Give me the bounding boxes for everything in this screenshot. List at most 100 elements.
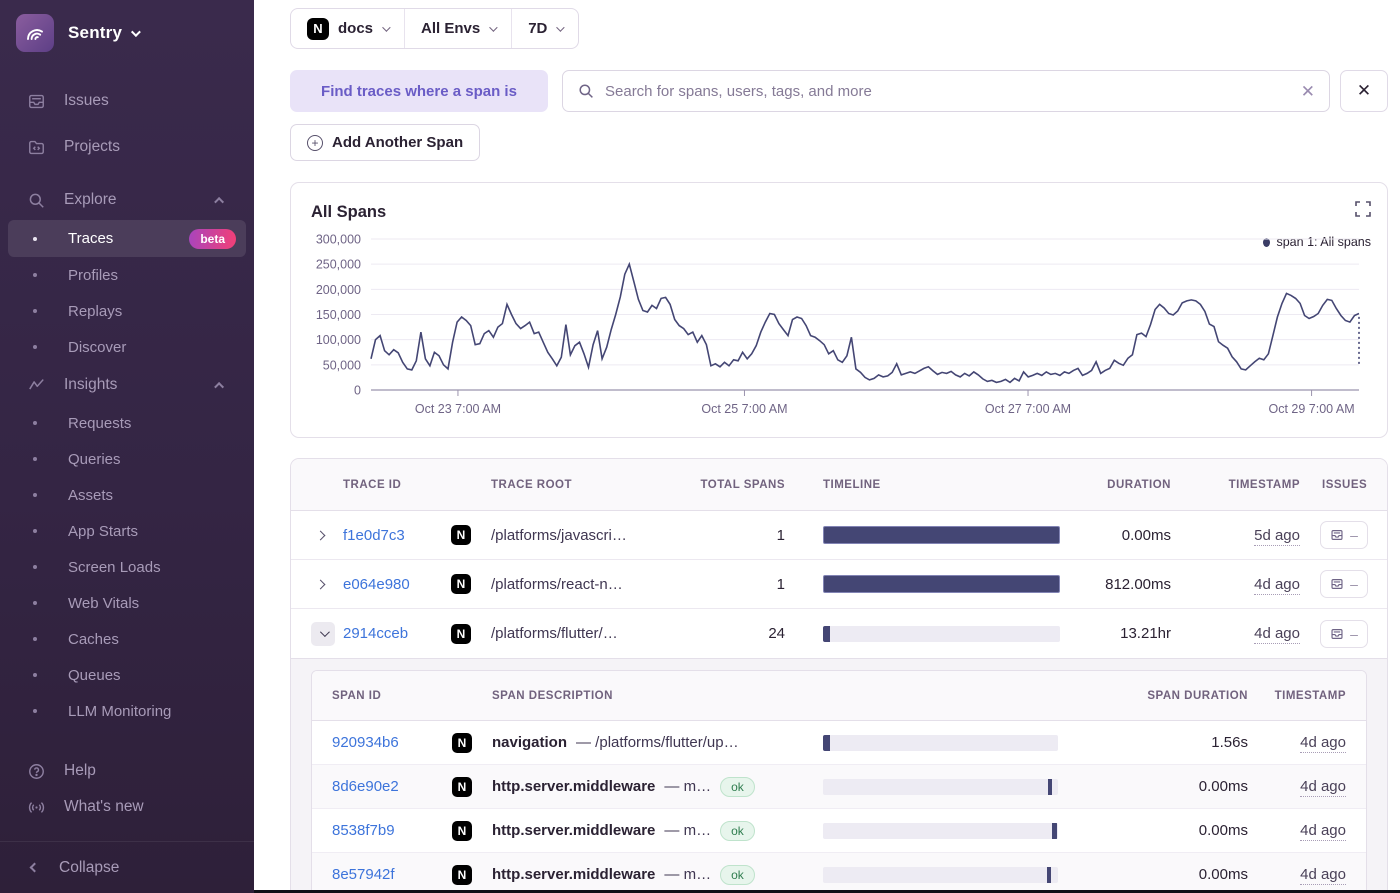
sidebar-item-caches[interactable]: Caches	[8, 621, 246, 657]
collapse-chevron-down-icon[interactable]	[311, 622, 335, 646]
timestamp-link[interactable]: 4d ago	[1254, 625, 1300, 644]
environment-selector[interactable]: All Envs	[404, 9, 511, 48]
sidebar-section-explore[interactable]: Explore	[0, 180, 254, 220]
span-row[interactable]: 920934b6 N navigation — /platforms/flutt…	[312, 721, 1366, 765]
all-spans-chart[interactable]: 050,000100,000150,000200,000250,000300,0…	[293, 231, 1379, 431]
sidebar-item-replays[interactable]: Replays	[8, 293, 246, 329]
col-span-description: SPAN DESCRIPTION	[492, 690, 823, 702]
nextjs-project-icon: N	[452, 821, 472, 841]
col-span-id: SPAN ID	[332, 690, 452, 702]
timeline-track[interactable]	[823, 823, 1058, 839]
issues-button[interactable]: –	[1320, 620, 1368, 648]
sidebar-item-web-vitals[interactable]: Web Vitals	[8, 585, 246, 621]
span-row[interactable]: 8538f7b9 N http.server.middleware — m… o…	[312, 809, 1366, 853]
find-traces-chip[interactable]: Find traces where a span is	[290, 70, 548, 112]
span-id-link[interactable]: 920934b6	[332, 734, 452, 751]
timestamp-link[interactable]: 5d ago	[1254, 527, 1300, 546]
section-label: Insights	[64, 376, 117, 394]
sidebar-item-whats-new[interactable]: What's new	[0, 789, 254, 825]
sidebar-item-label: Profiles	[68, 267, 118, 284]
environment-name: All Envs	[421, 20, 480, 37]
sidebar-item-help[interactable]: Help	[0, 753, 254, 789]
trace-root: /platforms/javascri…	[491, 527, 685, 544]
span-id-link[interactable]: 8e57942f	[332, 866, 452, 883]
sidebar-item-app-starts[interactable]: App Starts	[8, 513, 246, 549]
timestamp-link[interactable]: 4d ago	[1300, 866, 1346, 885]
svg-text:50,000: 50,000	[323, 358, 361, 372]
duration: 13.21hr	[1060, 625, 1171, 642]
table-row[interactable]: f1e0d7c3 N /platforms/javascri… 1 0.00ms…	[291, 511, 1387, 560]
sidebar-item-label: Issues	[64, 92, 109, 110]
sidebar-item-profiles[interactable]: Profiles	[8, 257, 246, 293]
span-row[interactable]: 8d6e90e2 N http.server.middleware — m… o…	[312, 765, 1366, 809]
issues-button[interactable]: –	[1320, 521, 1368, 549]
sidebar-item-screen-loads[interactable]: Screen Loads	[8, 549, 246, 585]
span-duration: 0.00ms	[1058, 822, 1248, 839]
total-spans: 1	[685, 527, 785, 544]
timeline-bar[interactable]	[823, 526, 1060, 544]
sidebar-item-discover[interactable]: Discover	[8, 329, 246, 365]
issues-icon	[1330, 577, 1344, 591]
trace-id-link[interactable]: f1e0d7c3	[343, 527, 451, 544]
expand-chevron-right-icon[interactable]	[311, 532, 329, 539]
timeline-track[interactable]	[823, 735, 1058, 751]
timeline-track[interactable]	[823, 626, 1060, 642]
span-description: — /platforms/flutter/up…	[576, 734, 739, 751]
project-selector[interactable]: N docs	[291, 9, 404, 48]
span-duration: 0.00ms	[1058, 778, 1248, 795]
svg-text:0: 0	[354, 384, 361, 398]
nextjs-project-icon: N	[452, 777, 472, 797]
timestamp-link[interactable]: 4d ago	[1300, 778, 1346, 797]
timestamp-link[interactable]: 4d ago	[1300, 734, 1346, 753]
bullet-icon	[33, 709, 37, 713]
sidebar-collapse-button[interactable]: Collapse	[0, 841, 254, 893]
timestamp-link[interactable]: 4d ago	[1300, 822, 1346, 841]
sidebar-item-issues[interactable]: Issues	[0, 78, 254, 124]
sidebar-item-label: Replays	[68, 303, 122, 320]
remove-span-filter-button[interactable]: ✕	[1340, 70, 1388, 112]
col-duration: DURATION	[1060, 479, 1171, 491]
timeline-track[interactable]	[823, 867, 1058, 883]
sidebar-item-traces[interactable]: Traces beta	[8, 220, 246, 257]
col-trace-id: TRACE ID	[343, 479, 451, 491]
svg-text:Oct 27 7:00 AM: Oct 27 7:00 AM	[985, 402, 1071, 416]
nextjs-project-icon: N	[451, 624, 471, 644]
trace-id-link[interactable]: 2914cceb	[343, 625, 451, 642]
org-switcher[interactable]: Sentry	[16, 14, 238, 52]
trace-id-link[interactable]: e064e980	[343, 576, 451, 593]
nextjs-project-icon: N	[451, 525, 471, 545]
sidebar-item-queries[interactable]: Queries	[8, 441, 246, 477]
date-range-selector[interactable]: 7D	[511, 9, 578, 48]
sidebar-item-queues[interactable]: Queues	[8, 657, 246, 693]
expand-chevron-right-icon[interactable]	[311, 581, 329, 588]
timestamp-link[interactable]: 4d ago	[1254, 576, 1300, 595]
table-row[interactable]: e064e980 N /platforms/react-n… 1 812.00m…	[291, 560, 1387, 609]
issues-button[interactable]: –	[1320, 570, 1368, 598]
span-description: — m…	[664, 866, 711, 883]
timeline-bar[interactable]	[823, 575, 1060, 593]
span-id-link[interactable]: 8d6e90e2	[332, 778, 452, 795]
span-search-input[interactable]	[605, 83, 1291, 100]
nextjs-project-icon: N	[452, 865, 472, 885]
sidebar-item-label: Queues	[68, 667, 121, 684]
fullscreen-icon[interactable]	[1355, 201, 1371, 222]
clear-search-icon[interactable]: ✕	[1301, 83, 1315, 100]
sidebar-item-projects[interactable]: Projects	[0, 124, 254, 170]
chart-title: All Spans	[311, 203, 386, 222]
span-row[interactable]: 8e57942f N http.server.middleware — m… o…	[312, 853, 1366, 893]
sidebar-section-insights[interactable]: Insights	[0, 365, 254, 405]
add-another-span-button[interactable]: + Add Another Span	[290, 124, 480, 161]
svg-text:100,000: 100,000	[316, 333, 361, 347]
timeline-track[interactable]	[823, 779, 1058, 795]
sidebar-item-llm-monitoring[interactable]: LLM Monitoring	[8, 693, 246, 729]
bullet-icon	[33, 637, 37, 641]
sidebar-item-label: Projects	[64, 138, 120, 156]
help-icon	[27, 762, 46, 781]
table-row-expanded[interactable]: 2914cceb N /platforms/flutter/… 24 13.21…	[291, 609, 1387, 658]
issues-count: –	[1350, 527, 1358, 543]
span-id-link[interactable]: 8538f7b9	[332, 822, 452, 839]
sidebar-item-assets[interactable]: Assets	[8, 477, 246, 513]
sidebar-item-requests[interactable]: Requests	[8, 405, 246, 441]
svg-text:250,000: 250,000	[316, 258, 361, 272]
svg-text:300,000: 300,000	[316, 233, 361, 247]
